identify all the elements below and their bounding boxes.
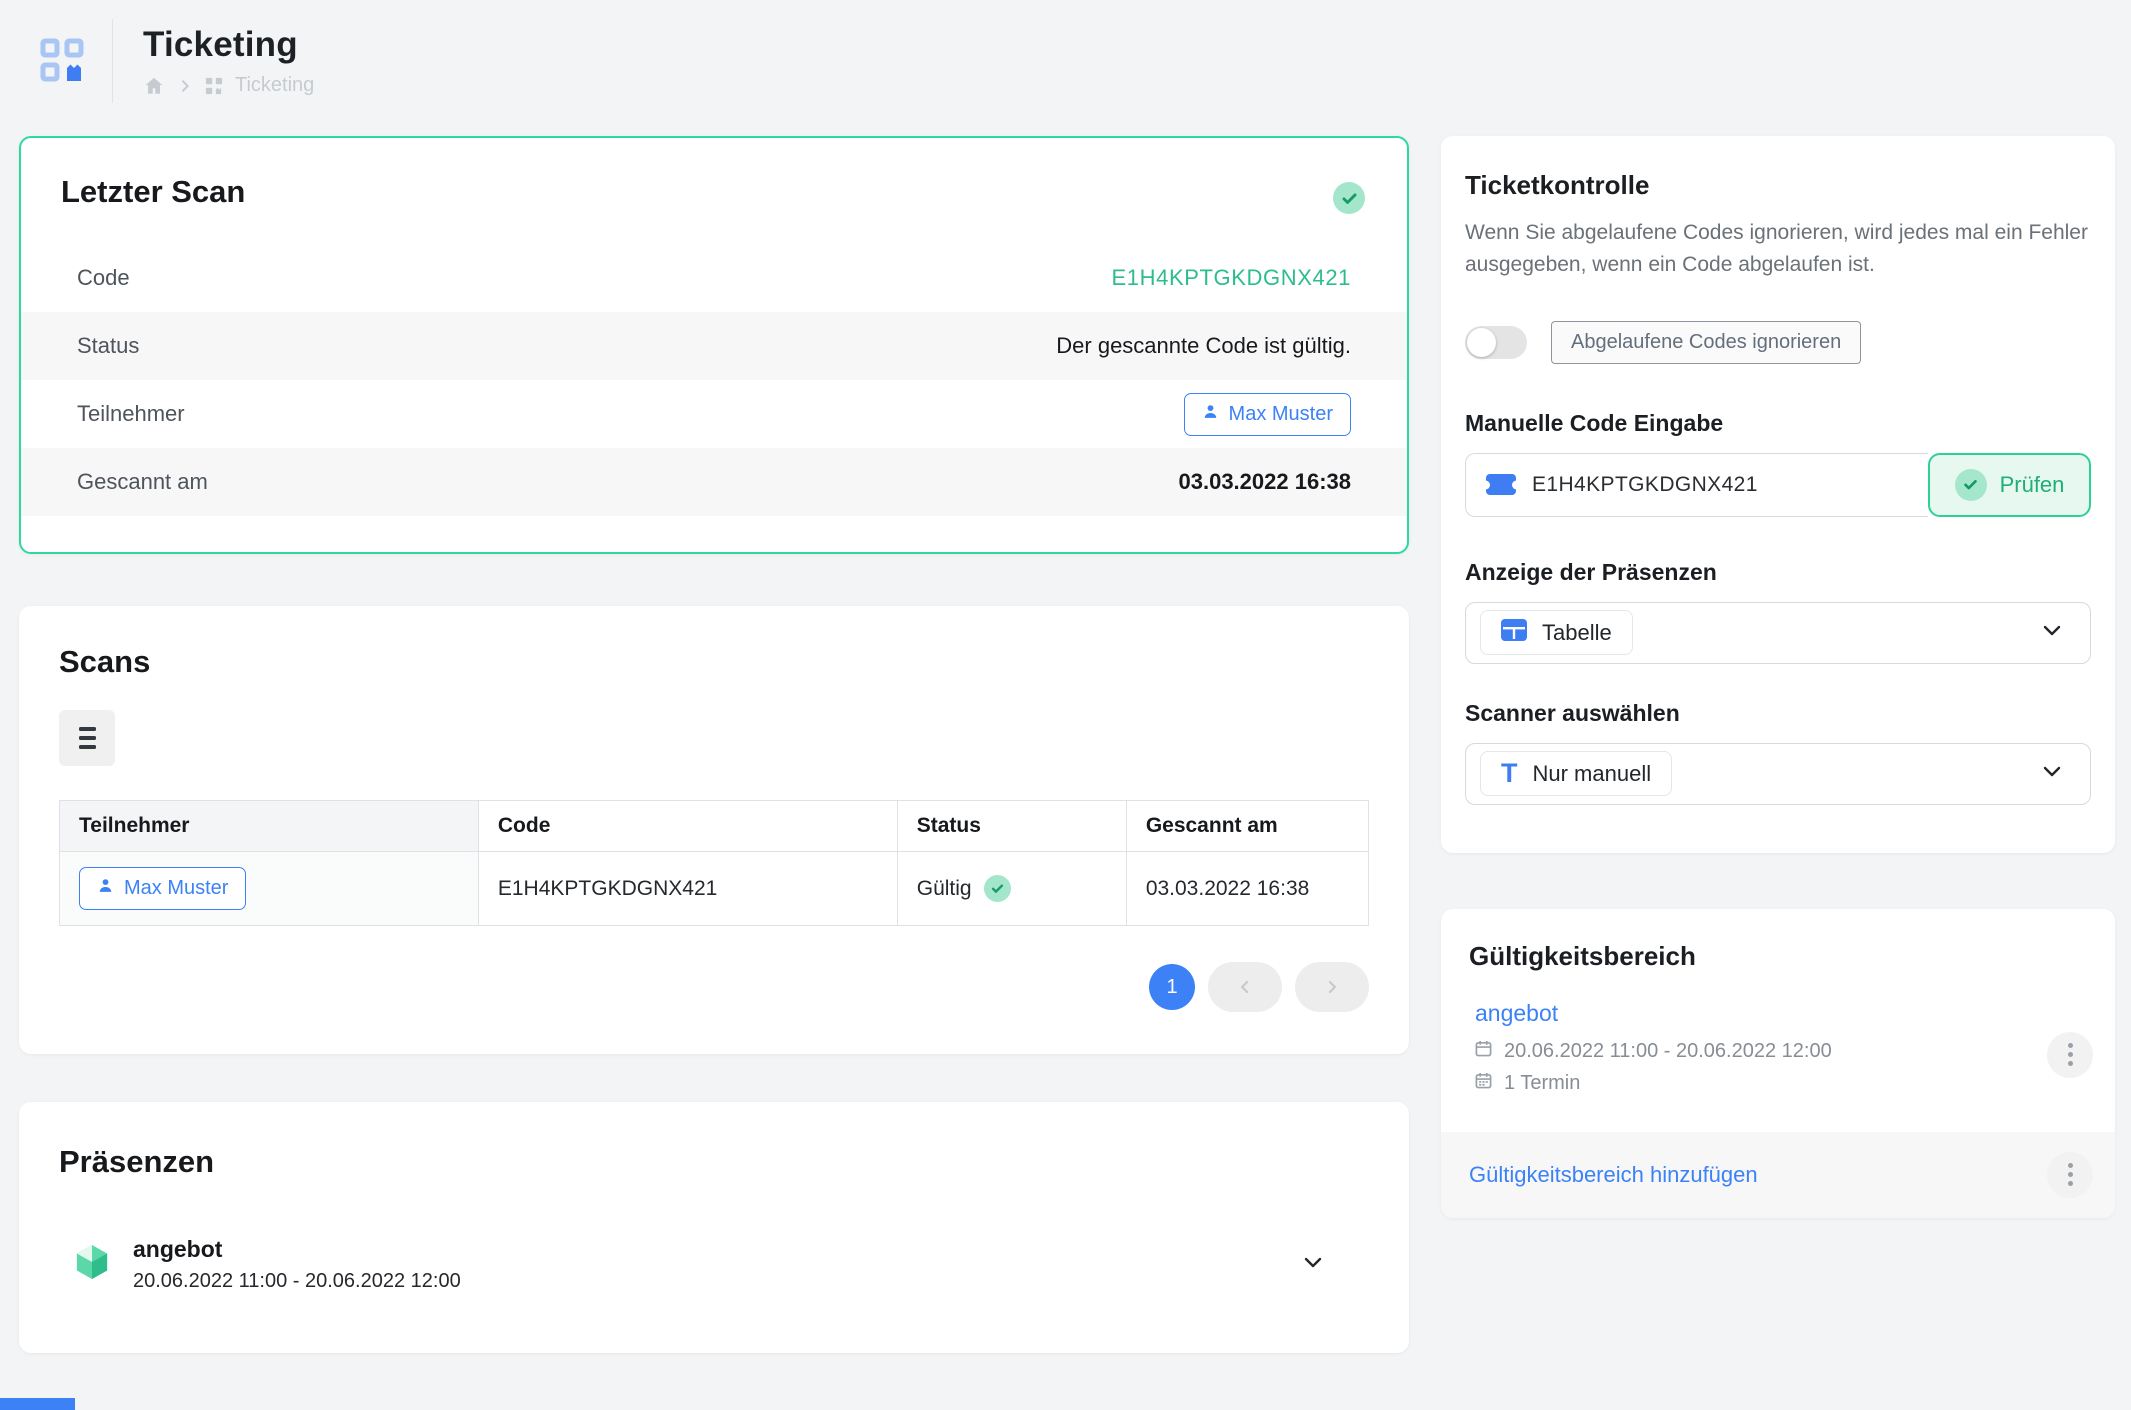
col-status: Status xyxy=(897,801,1126,852)
presence-selected-chip: Tabelle xyxy=(1480,610,1633,655)
scan-row-code: Code E1H4KPTGKDGNX421 xyxy=(21,244,1407,312)
next-page-button[interactable] xyxy=(1295,962,1369,1012)
validity-date-range: 20.06.2022 11:00 - 20.06.2022 12:00 xyxy=(1504,1040,1832,1063)
ticketkontrolle-card: Ticketkontrolle Wenn Sie abgelaufene Cod… xyxy=(1441,136,2115,853)
scan-details: Code E1H4KPTGKDGNX421 Status Der gescann… xyxy=(21,244,1407,516)
hamburger-icon xyxy=(79,727,96,731)
manual-code-input[interactable] xyxy=(1532,473,1908,497)
app-header: Ticketing Ticketing xyxy=(0,0,2131,122)
table-menu-button[interactable] xyxy=(59,710,115,766)
col-teilnehmer: Teilnehmer xyxy=(60,801,479,852)
praesenz-item[interactable]: angebot 20.06.2022 11:00 - 20.06.2022 12… xyxy=(59,1236,1369,1293)
ticket-icon xyxy=(1486,474,1516,495)
validity-termine: 1 Termin xyxy=(1504,1072,1580,1095)
chevron-down-icon xyxy=(2040,618,2064,647)
chevron-right-icon xyxy=(177,78,193,94)
bottom-widget xyxy=(0,1398,75,1410)
header-divider xyxy=(112,19,113,103)
row-teilnehmer-button[interactable]: Max Muster xyxy=(79,867,246,910)
chevron-down-icon xyxy=(2040,759,2064,788)
pruefen-button[interactable]: Prüfen xyxy=(1928,453,2091,517)
home-icon[interactable] xyxy=(143,75,165,97)
presence-display-label: Anzeige der Präsenzen xyxy=(1465,559,2091,586)
validity-termine-row: 1 Termin xyxy=(1475,1072,2015,1095)
ticketkontrolle-description: Wenn Sie abgelaufene Codes ignorieren, w… xyxy=(1465,217,2091,281)
letzter-scan-title: Letzter Scan xyxy=(21,174,1407,210)
presence-display-select[interactable]: Tabelle xyxy=(1465,602,2091,664)
main-content: Letzter Scan Code E1H4KPTGKDGNX421 Statu… xyxy=(0,122,2131,1353)
calendar-icon xyxy=(1475,1040,1492,1063)
validity-footer: Gültigkeitsbereich hinzufügen xyxy=(1441,1132,2115,1218)
scans-card: Scans Teilnehmer Code Status Gescannt am xyxy=(19,606,1409,1054)
scan-status-value: Der gescannte Code ist gültig. xyxy=(1056,333,1351,359)
valid-check-icon xyxy=(984,875,1011,902)
praesenzen-title: Präsenzen xyxy=(59,1144,1369,1180)
app-logo-icon xyxy=(40,38,86,84)
scanner-select[interactable]: T Nur manuell xyxy=(1465,743,2091,805)
breadcrumb: Ticketing xyxy=(143,74,314,97)
check-icon xyxy=(1955,469,1987,501)
validity-item: angebot 20.06.2022 11:00 - 20.06.2022 12… xyxy=(1441,1000,2115,1110)
kebab-icon xyxy=(2068,1163,2073,1168)
add-validity-menu-button[interactable] xyxy=(2047,1152,2093,1198)
chevron-left-icon xyxy=(1235,977,1255,997)
table-icon xyxy=(1501,619,1527,646)
scans-title: Scans xyxy=(59,644,1369,680)
scanner-select-label: Scanner auswählen xyxy=(1465,700,2091,727)
table-row: Max Muster E1H4KPTGKDGNX421 Gültig xyxy=(60,852,1369,926)
scanner-selected-chip: T Nur manuell xyxy=(1480,751,1672,796)
scan-date-value: 03.03.2022 16:38 xyxy=(1179,469,1352,495)
ignore-expired-row: Abgelaufene Codes ignorieren xyxy=(1465,321,2091,364)
col-code: Code xyxy=(478,801,897,852)
valid-check-icon xyxy=(1333,182,1365,214)
gueltigkeitsbereich-title: Gültigkeitsbereich xyxy=(1441,941,2115,972)
teilnehmer-button[interactable]: Max Muster xyxy=(1184,393,1351,436)
cube-icon xyxy=(75,1243,109,1286)
manual-code-row: Prüfen xyxy=(1465,453,2091,517)
scan-row-status: Status Der gescannte Code ist gültig. xyxy=(21,312,1407,380)
ignore-expired-button[interactable]: Abgelaufene Codes ignorieren xyxy=(1551,321,1861,364)
ticketing-grid-icon xyxy=(205,77,223,95)
validity-item-menu-button[interactable] xyxy=(2047,1032,2093,1078)
praesenz-name: angebot xyxy=(133,1236,461,1263)
praesenz-date-range: 20.06.2022 11:00 - 20.06.2022 12:00 xyxy=(133,1270,461,1293)
kebab-icon xyxy=(2068,1043,2073,1048)
row-gescannt-am: 03.03.2022 16:38 xyxy=(1126,852,1368,926)
scan-code-value: E1H4KPTGKDGNX421 xyxy=(1112,265,1351,291)
calendar-days-icon xyxy=(1475,1072,1492,1095)
page: Ticketing Ticketing xyxy=(0,0,2131,1410)
chevron-down-icon[interactable] xyxy=(1301,1250,1325,1279)
validity-item-link[interactable]: angebot xyxy=(1475,1000,1558,1027)
letzter-scan-card: Letzter Scan Code E1H4KPTGKDGNX421 Statu… xyxy=(19,136,1409,554)
toggle-knob xyxy=(1467,328,1496,357)
ticketkontrolle-title: Ticketkontrolle xyxy=(1465,170,2091,201)
prev-page-button[interactable] xyxy=(1208,962,1282,1012)
chevron-right-icon xyxy=(1322,977,1342,997)
pagination: 1 xyxy=(59,962,1369,1012)
ignore-expired-toggle[interactable] xyxy=(1465,326,1527,359)
page-1-button[interactable]: 1 xyxy=(1149,964,1195,1010)
manual-code-input-wrap xyxy=(1465,453,1928,517)
validity-date-row: 20.06.2022 11:00 - 20.06.2022 12:00 xyxy=(1475,1040,2015,1063)
person-icon xyxy=(97,877,114,900)
col-gescannt-am: Gescannt am xyxy=(1126,801,1368,852)
person-icon xyxy=(1202,403,1219,426)
scan-row-gescannt: Gescannt am 03.03.2022 16:38 xyxy=(21,448,1407,516)
add-validity-link[interactable]: Gültigkeitsbereich hinzufügen xyxy=(1469,1162,1758,1187)
row-code: E1H4KPTGKDGNX421 xyxy=(478,852,897,926)
manual-code-label: Manuelle Code Eingabe xyxy=(1465,410,2091,437)
gueltigkeitsbereich-card: Gültigkeitsbereich angebot 20.06.2022 11… xyxy=(1441,909,2115,1218)
scans-table: Teilnehmer Code Status Gescannt am xyxy=(59,800,1369,926)
text-input-icon: T xyxy=(1501,760,1518,787)
table-header-row: Teilnehmer Code Status Gescannt am xyxy=(60,801,1369,852)
breadcrumb-ticketing[interactable]: Ticketing xyxy=(235,74,314,97)
row-status: Gültig xyxy=(917,877,972,901)
praesenzen-card: Präsenzen angebot 20.06.2022 11:00 - 20.… xyxy=(19,1102,1409,1353)
scan-row-teilnehmer: Teilnehmer Max Muster xyxy=(21,380,1407,448)
page-title: Ticketing xyxy=(143,25,314,65)
